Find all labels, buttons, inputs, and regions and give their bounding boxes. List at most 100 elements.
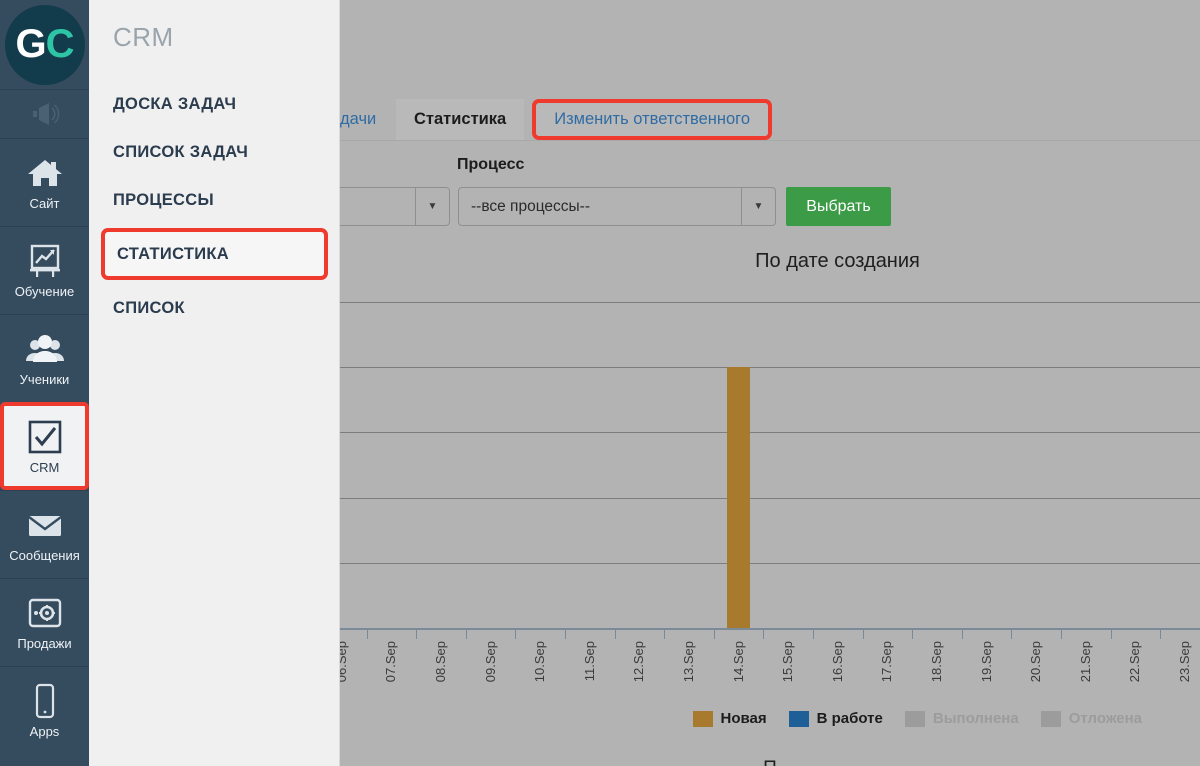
chart-x-tick-label: 22.Sep — [1127, 641, 1143, 683]
process-select-value: --все процессы-- — [471, 197, 590, 215]
legend-item[interactable]: Выполнена — [904, 710, 1019, 727]
app-root: GC Сайт Обучение Ученики CRM Сообщения П… — [0, 0, 1200, 766]
crm-menu-list: ДОСКА ЗАДАЧ СПИСОК ЗАДАЧ ПРОЦЕССЫ СТАТИС… — [89, 80, 340, 332]
chart-bar — [727, 367, 751, 628]
process-select[interactable]: --все процессы-- ▼ — [458, 187, 776, 226]
crm-menu-item-list[interactable]: СПИСОК — [89, 284, 340, 332]
crm-menu-item-processes[interactable]: ПРОЦЕССЫ — [89, 176, 340, 224]
legend-item[interactable]: В работе — [788, 710, 883, 727]
crm-menu-item-statistics[interactable]: СТАТИСТИКА — [101, 228, 328, 280]
sidebar-item-sales[interactable]: Продажи — [0, 578, 89, 666]
logo-container[interactable]: GC — [0, 0, 89, 89]
chart-x-tick-label: 10.Sep — [532, 641, 548, 683]
chart-x-tick — [862, 630, 864, 639]
crm-flyout-panel: CRM ДОСКА ЗАДАЧ СПИСОК ЗАДАЧ ПРОЦЕССЫ СТ… — [89, 0, 340, 766]
chart-x-tick — [1061, 630, 1062, 639]
legend-swatch — [692, 710, 713, 727]
legend-label: Новая — [720, 710, 767, 727]
sidebar-item-messages[interactable]: Сообщения — [0, 490, 89, 578]
chart-x-tick — [1110, 630, 1112, 639]
chart-x-tick — [813, 630, 814, 639]
crm-panel-title: CRM — [113, 22, 174, 52]
sidebar-item-apps[interactable]: Apps — [0, 666, 89, 754]
chart-x-tick-label: 23.Sep — [1177, 641, 1192, 683]
sidebar-item-announcements[interactable] — [0, 89, 89, 138]
logo-letter-c: C — [45, 22, 75, 66]
chart-x-tick — [614, 630, 616, 639]
megaphone-icon — [32, 103, 59, 125]
sidebar-item-education[interactable]: Обучение — [0, 226, 89, 314]
chart-x-tick — [416, 630, 418, 639]
chart-gridline — [340, 497, 1200, 499]
tab-tasks-partial[interactable]: дачи — [340, 99, 396, 140]
sidebar-item-label: Сайт — [29, 196, 60, 212]
legend-label: Отложена — [1068, 710, 1142, 727]
legend-item[interactable]: Отложена — [1040, 710, 1142, 727]
chevron-down-icon: ▼ — [741, 188, 775, 225]
chart-x-tick-label: 11.Sep — [581, 641, 597, 682]
chart-x-tick-label: 17.Sep — [879, 641, 895, 683]
sidebar-item-students[interactable]: Ученики — [0, 314, 89, 402]
chart-x-tick — [465, 630, 467, 639]
sidebar-item-label: CRM — [29, 459, 60, 475]
main-content: дачи Статистика Изменить ответственного … — [317, 0, 1200, 766]
chart-plot-area: 06.Sep 07.Sep 08.Sep 09.Sep 10.Sep 11.Sep 12.S… — [317, 290, 1200, 682]
sidebar-item-label: Apps — [29, 724, 60, 740]
legend-label: Выполнена — [932, 710, 1019, 727]
chart-gridline — [340, 432, 1200, 434]
sidebar-item-crm[interactable]: CRM — [0, 402, 89, 490]
select-submit-button[interactable]: Выбрать — [786, 187, 891, 226]
crm-menu-item-tasks-list[interactable]: СПИСОК ЗАДАЧ — [89, 128, 340, 176]
chart-x-tick-label: 21.Sep — [1077, 641, 1093, 683]
next-chart-title-partial: П — [340, 758, 1200, 766]
crm-menu-item-tasks-board[interactable]: ДОСКА ЗАДАЧ — [89, 80, 340, 128]
chart-x-tick — [664, 630, 666, 639]
envelope-icon — [27, 516, 62, 537]
chart-legend: Новая В работе Выполнена Отложена — [340, 710, 1200, 727]
chart-x-tick — [565, 630, 566, 639]
chart-x-tick — [1011, 630, 1013, 639]
tab-change-responsible[interactable]: Изменить ответственного — [532, 99, 772, 140]
tab-strip: дачи Статистика Изменить ответственного — [340, 99, 1200, 140]
chart-x-tick — [763, 630, 765, 639]
people-icon — [25, 335, 64, 363]
legend-swatch — [904, 710, 925, 727]
legend-label: В работе — [816, 710, 883, 727]
filter-bar: Процесс ▼ --все процессы-- ▼ Выбрать — [320, 148, 1200, 226]
chart-x-tick — [713, 630, 715, 639]
chart-x-tick — [912, 630, 914, 639]
chart-x-tick-label: 08.Sep — [433, 641, 448, 683]
sidebar-item-site[interactable]: Сайт — [0, 138, 89, 226]
tab-strip-divider — [340, 140, 1200, 141]
legend-swatch — [1040, 710, 1061, 727]
sidebar-item-label: Продажи — [17, 636, 72, 652]
legend-swatch — [788, 710, 809, 727]
sidebar-item-label: Сообщения — [9, 548, 80, 564]
chart-x-tick-label: 20.Sep — [1028, 641, 1044, 683]
chart-x-tick-label: 13.Sep — [681, 641, 696, 683]
chart-x-tick — [1160, 630, 1162, 639]
logo-letter-g: G — [15, 22, 46, 66]
chart-x-tick-label: 12.Sep — [631, 641, 647, 683]
chart-x-tick-label: 16.Sep — [829, 641, 845, 683]
legend-item[interactable]: Новая — [692, 710, 767, 727]
chevron-down-icon: ▼ — [415, 188, 449, 225]
tab-statistics[interactable]: Статистика — [396, 99, 525, 140]
chart-gridline — [340, 562, 1200, 564]
safe-icon — [28, 599, 61, 628]
chart-title: По дате создания — [755, 250, 920, 272]
statistics-chart: По дате создания 06.Sep 07.Sep 08.Sep 09.Se… — [317, 238, 1200, 766]
chart-x-tick — [366, 630, 368, 639]
getcourse-logo: GC — [4, 4, 85, 85]
chart-x-tick — [515, 630, 517, 639]
chart-x-tick-label: 14.Sep — [730, 641, 746, 683]
chart-x-tick-label: 15.Sep — [780, 641, 796, 683]
home-icon — [27, 160, 62, 187]
sidebar-item-label: Ученики — [19, 372, 70, 388]
sidebar-item-label: Обучение — [14, 284, 75, 300]
chart-gridline — [340, 367, 1200, 369]
chart-board-icon — [29, 245, 60, 278]
chart-x-axis — [340, 628, 1200, 630]
chart-x-tick-label: 18.Sep — [929, 641, 944, 683]
chart-x-tick-label: 07.Sep — [383, 641, 399, 683]
